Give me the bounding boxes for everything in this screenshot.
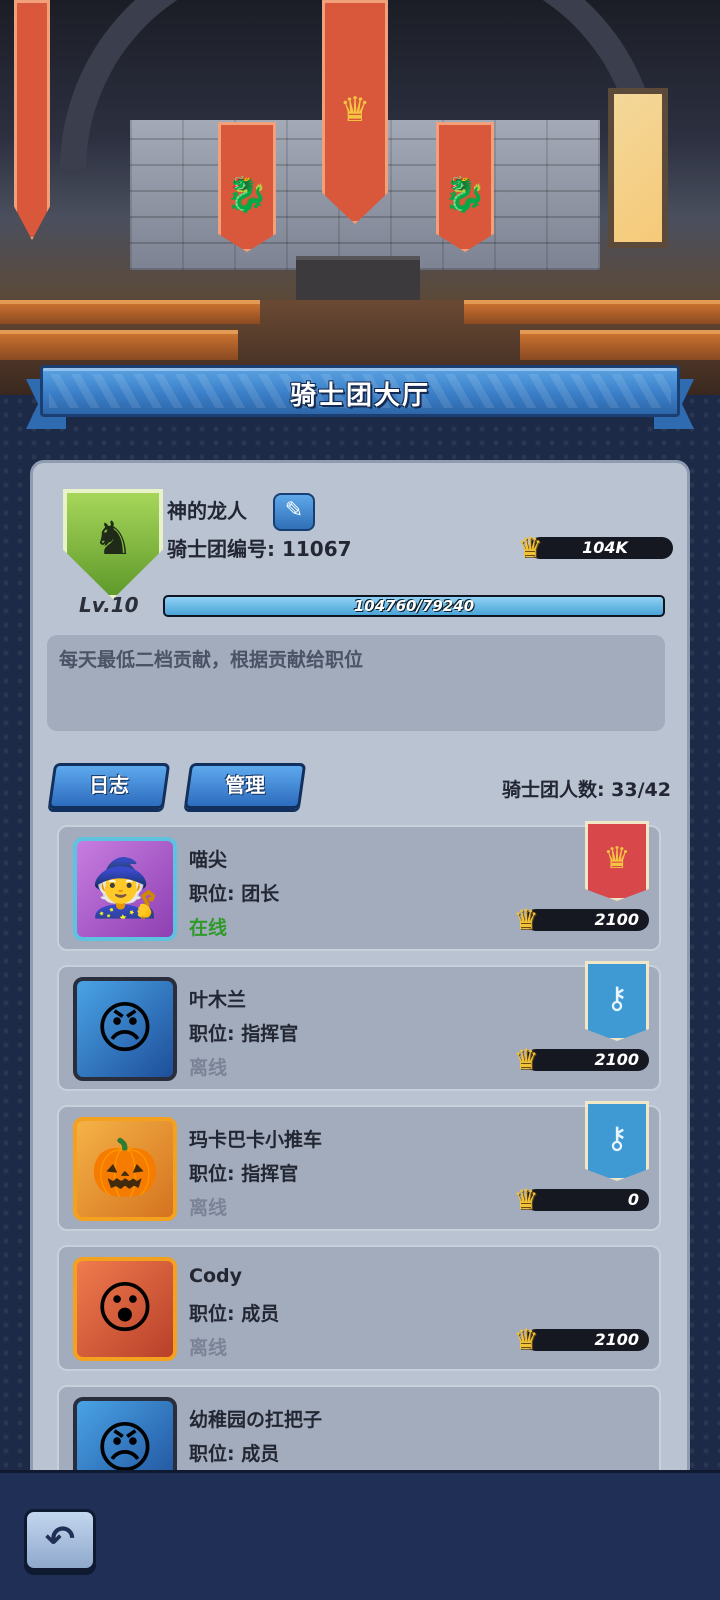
leader-flag-icon: ♛ bbox=[585, 821, 649, 901]
guild-emblem[interactable]: ♞ bbox=[63, 489, 163, 599]
score-value: 2100 bbox=[594, 1330, 639, 1349]
member-name: Cody bbox=[189, 1265, 242, 1287]
guild-name: 神的龙人 bbox=[167, 499, 247, 523]
member-role: 职位: 成员 bbox=[189, 1303, 280, 1325]
member-role: 职位: 指挥官 bbox=[189, 1163, 299, 1185]
log-button-label: 日志 bbox=[89, 773, 130, 797]
dragon-banner-right: 🐉 bbox=[436, 122, 494, 252]
log-button[interactable]: 日志 bbox=[47, 763, 171, 809]
back-button[interactable]: ↶ bbox=[24, 1509, 96, 1571]
table-right-front bbox=[520, 330, 720, 360]
manage-button-label: 管理 bbox=[225, 773, 266, 797]
power-value: 104K bbox=[582, 538, 628, 557]
exp-bar: 104760/79240 bbox=[163, 595, 665, 617]
crown-icon: ♛ bbox=[513, 1043, 539, 1076]
avatar[interactable]: 🧙 bbox=[73, 837, 177, 941]
score-value: 0 bbox=[627, 1190, 639, 1209]
member-status: 离线 bbox=[189, 1197, 228, 1219]
bottom-bar: ↶ bbox=[0, 1470, 720, 1600]
score-value: 2100 bbox=[594, 910, 639, 929]
crown-icon: ♛ bbox=[339, 90, 371, 131]
crown-icon: ♛ bbox=[517, 531, 543, 564]
blue-hair-hero-icon: 😠 bbox=[95, 996, 155, 1061]
dragon-icon: 🐉 bbox=[443, 174, 487, 215]
member-row[interactable]: 😮 Cody 职位: 成员 离线 ♛ 2100 bbox=[57, 1245, 661, 1371]
member-row[interactable]: 😠 叶木兰 职位: 指挥官 离线 ⚷ ♛ 2100 bbox=[57, 961, 661, 1091]
member-role: 职位: 团长 bbox=[189, 883, 280, 905]
member-score: ♛ 2100 bbox=[509, 1043, 649, 1076]
page-title: 骑士团大厅 bbox=[289, 381, 430, 411]
member-score: ♛ 0 bbox=[509, 1183, 649, 1216]
table-left-front bbox=[0, 330, 238, 360]
manage-button[interactable]: 管理 bbox=[183, 763, 307, 809]
member-score: ♛ 2100 bbox=[509, 1323, 649, 1356]
member-role: 职位: 指挥官 bbox=[189, 1023, 299, 1045]
commander-flag-icon: ⚷ bbox=[585, 1101, 649, 1181]
member-status: 离线 bbox=[189, 1337, 228, 1359]
member-name: 叶木兰 bbox=[189, 989, 247, 1011]
guild-power: ♛ 104K bbox=[513, 531, 673, 564]
guild-level: Lv.10 bbox=[79, 593, 139, 617]
member-row[interactable]: 🎃 玛卡巴卡小推车 职位: 指挥官 离线 ⚷ ♛ 0 bbox=[57, 1101, 661, 1231]
member-name: 玛卡巴卡小推车 bbox=[189, 1129, 323, 1151]
member-status: 离线 bbox=[189, 1057, 228, 1079]
member-status: 在线 bbox=[189, 917, 228, 939]
member-score: ♛ 2100 bbox=[509, 903, 649, 936]
throne-altar bbox=[296, 256, 420, 300]
pumpkin-monster-icon: 🎃 bbox=[90, 1136, 160, 1201]
hall-window bbox=[608, 88, 668, 248]
crown-icon: ♛ bbox=[513, 1183, 539, 1216]
guild-panel: ♞ Lv.10 神的龙人 ✎ 骑士团编号: 11067 ♛ 104K 10476… bbox=[30, 460, 690, 1500]
commander-flag-icon: ⚷ bbox=[585, 961, 649, 1041]
hall-background: 🐉 ♛ 🐉 bbox=[0, 0, 720, 395]
crown-banner: ♛ bbox=[322, 0, 388, 224]
dragon-icon: 🐉 bbox=[225, 174, 269, 215]
crown-icon: ♛ bbox=[513, 903, 539, 936]
crown-icon: ♛ bbox=[513, 1323, 539, 1356]
member-name: 幼稚园の扛把子 bbox=[189, 1409, 323, 1431]
member-name: 喵尖 bbox=[189, 849, 228, 871]
side-banner-left bbox=[14, 0, 50, 240]
stag-icon: ♞ bbox=[92, 511, 134, 565]
member-role: 职位: 成员 bbox=[189, 1443, 280, 1465]
avatar[interactable]: 😮 bbox=[73, 1257, 177, 1361]
guild-notice[interactable]: 每天最低二档贡献，根据贡献给职位 bbox=[47, 635, 665, 731]
edit-name-button[interactable]: ✎ bbox=[273, 493, 315, 531]
member-count: 骑士团人数: 33/42 bbox=[501, 779, 671, 801]
back-arrow-icon: ↶ bbox=[44, 1519, 76, 1560]
guild-header: ♞ Lv.10 神的龙人 ✎ 骑士团编号: 11067 ♛ 104K 10476… bbox=[33, 463, 687, 643]
table-left bbox=[0, 300, 260, 324]
horned-girl-icon: 😮 bbox=[95, 1276, 155, 1341]
hooded-mage-icon: 🧙 bbox=[90, 856, 160, 921]
guild-id: 骑士团编号: 11067 bbox=[167, 537, 352, 561]
score-value: 2100 bbox=[594, 1050, 639, 1069]
pencil-icon: ✎ bbox=[284, 498, 304, 523]
title-ribbon: 骑士团大厅 bbox=[26, 365, 694, 435]
dragon-banner-left: 🐉 bbox=[218, 122, 276, 252]
member-row[interactable]: 🧙 喵尖 职位: 团长 在线 ♛ ♛ 2100 bbox=[57, 821, 661, 951]
avatar[interactable]: 🎃 bbox=[73, 1117, 177, 1221]
exp-text: 104760/79240 bbox=[353, 597, 475, 615]
avatar[interactable]: 😠 bbox=[73, 977, 177, 1081]
guild-notice-text: 每天最低二档贡献，根据贡献给职位 bbox=[59, 649, 364, 671]
table-right bbox=[464, 300, 720, 324]
